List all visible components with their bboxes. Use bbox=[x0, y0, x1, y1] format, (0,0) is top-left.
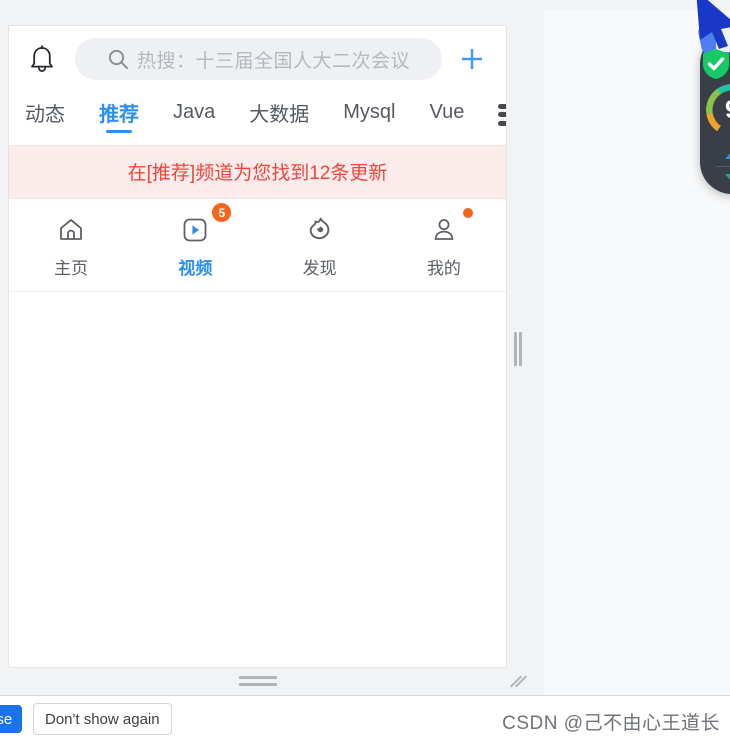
nav-item-home[interactable]: 主页 bbox=[9, 213, 133, 279]
bell-icon bbox=[31, 45, 53, 72]
search-icon bbox=[108, 49, 128, 69]
browser-translate-bar: ese Don't show again CSDN @己不由心王道长 bbox=[0, 695, 730, 741]
nav-label: 我的 bbox=[426, 259, 461, 278]
nav-label: 视频 bbox=[178, 259, 213, 278]
main-nav-row: 主页 5 视频 发现 我的 bbox=[9, 199, 506, 292]
tab-vue[interactable]: Vue bbox=[429, 97, 464, 132]
score-value: 9 bbox=[706, 84, 730, 136]
person-icon bbox=[434, 219, 454, 240]
resize-handle-right[interactable] bbox=[514, 332, 522, 366]
tab-label: 动态 bbox=[25, 104, 65, 126]
nav-item-mine[interactable]: 我的 bbox=[382, 208, 506, 279]
hamburger-bar bbox=[498, 112, 506, 117]
mine-badge-dot bbox=[462, 208, 473, 218]
arrow-up-icon[interactable] bbox=[725, 150, 730, 159]
arrow-down-icon[interactable] bbox=[725, 174, 730, 183]
home-icon bbox=[60, 219, 83, 240]
nav-icon-wrap bbox=[51, 213, 91, 247]
fire-icon bbox=[309, 217, 329, 240]
search-input[interactable]: 热搜：十三届全国人大二次会议 bbox=[75, 38, 442, 80]
dont-show-again-button[interactable]: Don't show again bbox=[33, 703, 172, 735]
video-badge-count: 5 bbox=[212, 203, 232, 222]
cursor-arrow-icon bbox=[696, 0, 730, 49]
widget-divider bbox=[716, 166, 730, 167]
tab-bigdata[interactable]: 大数据 bbox=[249, 94, 309, 135]
notification-bell-button[interactable] bbox=[23, 40, 61, 78]
nav-label: 发现 bbox=[302, 259, 337, 278]
channel-tabs: 动态 推荐 Java 大数据 Mysql Vue bbox=[9, 88, 506, 145]
handle-bar bbox=[514, 332, 517, 366]
stage-top-strip bbox=[0, 0, 730, 10]
tab-tuijian[interactable]: 推荐 bbox=[99, 94, 139, 135]
nav-icon-wrap bbox=[300, 213, 340, 247]
resize-handle-corner[interactable] bbox=[509, 672, 528, 690]
video-play-icon bbox=[183, 218, 207, 242]
hamburger-bar bbox=[498, 120, 506, 126]
plus-icon bbox=[462, 49, 482, 69]
nav-item-video[interactable]: 5 视频 bbox=[133, 203, 257, 279]
csdn-watermark: CSDN @己不由心王道长 bbox=[502, 713, 720, 734]
tab-dongtai[interactable]: 动态 bbox=[25, 94, 65, 135]
nav-icon-wrap bbox=[424, 208, 473, 247]
mobile-device-viewport: 热搜：十三届全国人大二次会议 动态 推荐 Java 大数据 Mysql Vue bbox=[8, 25, 507, 668]
nav-item-discover[interactable]: 发现 bbox=[258, 213, 382, 279]
tab-label: 推荐 bbox=[99, 104, 139, 126]
tab-java[interactable]: Java bbox=[173, 97, 215, 132]
tab-label: Java bbox=[173, 101, 216, 123]
tab-mysql[interactable]: Mysql bbox=[343, 97, 395, 132]
handle-bar bbox=[239, 676, 277, 679]
update-banner: 在[推荐]频道为您找到12条更新 bbox=[9, 145, 506, 199]
resize-handle-bottom[interactable] bbox=[239, 676, 277, 686]
search-placeholder-text: 热搜：十三届全国人大二次会议 bbox=[136, 50, 410, 72]
app-header: 热搜：十三届全国人大二次会议 bbox=[9, 26, 506, 88]
nav-icon-wrap: 5 bbox=[175, 203, 232, 247]
handle-bar bbox=[519, 332, 522, 366]
hamburger-menu-icon[interactable] bbox=[498, 103, 506, 126]
handle-bar bbox=[239, 683, 277, 686]
hamburger-bar bbox=[498, 103, 506, 109]
translate-language-button[interactable]: ese bbox=[0, 705, 23, 733]
tab-label: Vue bbox=[429, 101, 465, 123]
add-button[interactable] bbox=[452, 39, 492, 79]
nav-label: 主页 bbox=[54, 259, 89, 278]
active-tab-underline bbox=[106, 130, 132, 133]
tab-label: Mysql bbox=[343, 101, 396, 123]
tab-label: 大数据 bbox=[249, 104, 310, 126]
